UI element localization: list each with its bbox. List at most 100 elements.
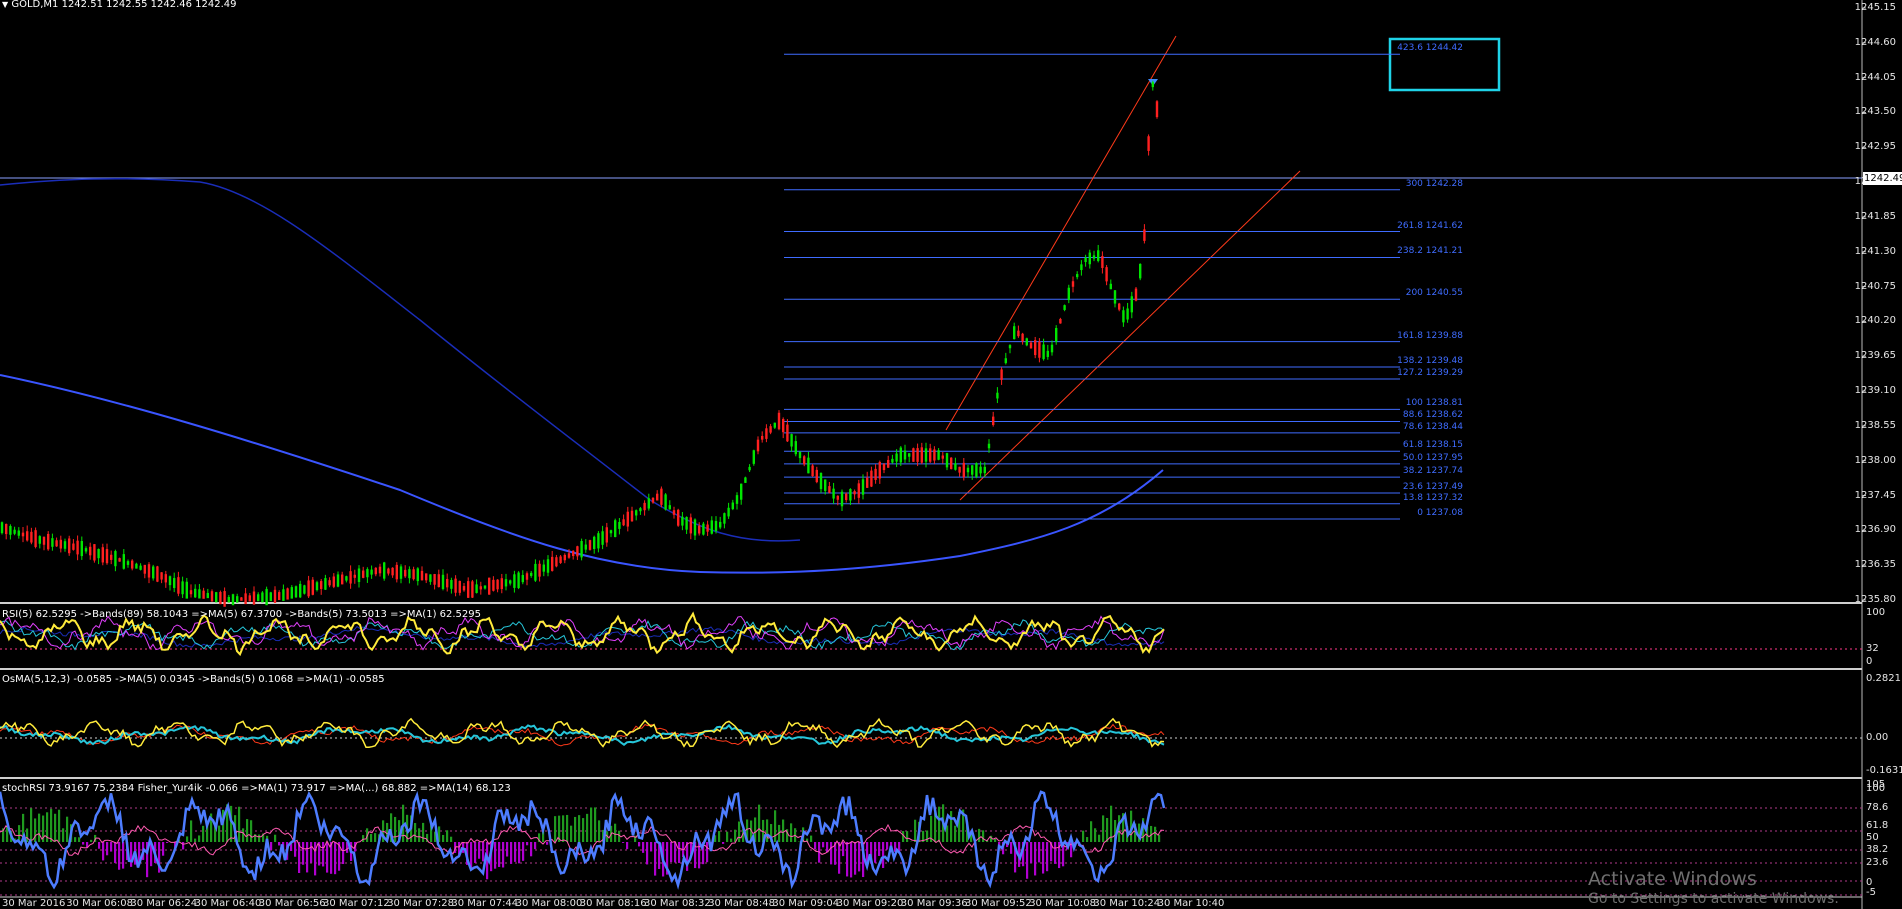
candle-body — [618, 521, 621, 529]
fisher-histogram-bar — [78, 837, 81, 842]
price-tick-label: 1240.75 — [1854, 280, 1896, 292]
candle-body — [307, 580, 310, 597]
candle-body — [870, 470, 873, 487]
candle-body — [265, 588, 268, 606]
fib-level-label: 13.8 1237.32 — [1402, 492, 1463, 503]
fisher-histogram-bar — [1038, 842, 1041, 863]
candle-body — [819, 472, 823, 490]
candle-body — [727, 507, 730, 517]
fisher-histogram-bar — [830, 842, 833, 865]
candle-body — [341, 574, 344, 585]
candle-body — [84, 548, 88, 552]
fib-level-label: 50.0 1237.95 — [1402, 452, 1463, 463]
fisher-histogram-bar — [530, 842, 533, 857]
fibonacci-levels[interactable] — [784, 53, 1400, 520]
candle-body — [748, 466, 751, 471]
indicator-axis-label: 0.00 — [1866, 732, 1889, 743]
candle-body — [378, 566, 382, 574]
candle-body — [937, 450, 940, 460]
candle-body — [681, 516, 684, 526]
candle-body — [765, 428, 768, 439]
fisher-histogram-bar — [218, 825, 221, 842]
chart-canvas[interactable] — [0, 0, 1902, 909]
indicator-axis-label: 78.6 — [1866, 802, 1889, 813]
candle-body — [496, 579, 499, 590]
candle-body — [1021, 333, 1024, 342]
fib-level-label: 61.8 1238.15 — [1402, 440, 1463, 451]
candle-body — [546, 559, 550, 573]
candle-body — [1059, 318, 1062, 324]
candle-body — [139, 565, 142, 570]
fisher-histogram-bar — [110, 842, 113, 852]
price-tick-label: 1242.95 — [1854, 141, 1896, 153]
fisher-histogram-bar — [106, 842, 109, 856]
price-tick-label: 1239.65 — [1854, 350, 1896, 362]
candle-body — [551, 556, 554, 571]
candle-body — [231, 594, 235, 606]
fisher-histogram-bar — [302, 842, 305, 865]
fisher-histogram-bar — [498, 842, 501, 867]
candle-body — [828, 486, 831, 493]
stoch-pane — [0, 790, 1862, 896]
candle-body — [105, 549, 109, 564]
fisher-histogram-bar — [738, 821, 741, 842]
fisher-histogram-bar — [314, 842, 317, 876]
candle-body — [1151, 82, 1154, 88]
candle-body — [408, 569, 411, 579]
candle-body — [13, 529, 16, 534]
fisher-histogram-bar — [554, 816, 557, 842]
fisher-histogram-bar — [670, 842, 673, 863]
candle-body — [534, 563, 537, 581]
candle-body — [215, 592, 218, 603]
fisher-histogram-bar — [122, 842, 125, 869]
fisher-histogram-bar — [874, 842, 877, 863]
candle-body — [950, 457, 953, 470]
fisher-histogram-bar — [534, 842, 537, 850]
candle-body — [9, 526, 12, 535]
candle-body — [303, 585, 306, 594]
candle-body — [563, 554, 566, 561]
fisher-histogram-bar — [186, 836, 189, 842]
candle-body — [559, 556, 562, 563]
fisher-histogram-bar — [514, 842, 517, 862]
fisher-histogram-bar — [478, 842, 481, 859]
dropdown-triangle-icon[interactable]: ▼ — [2, 0, 8, 9]
fisher-histogram-bar — [526, 842, 529, 846]
candle-body — [849, 489, 852, 501]
candle-body — [882, 463, 886, 471]
candle-body — [441, 574, 445, 589]
fisher-histogram-bar — [50, 808, 53, 842]
fisher-histogram-bar — [822, 842, 825, 848]
fisher-histogram-bar — [850, 842, 853, 878]
fisher-histogram-bar — [722, 842, 725, 844]
fisher-histogram-bar — [882, 842, 885, 868]
time-tick-label: 30 Mar 06:08 — [66, 898, 133, 909]
fisher-histogram-bar — [1094, 828, 1097, 842]
candle-body — [698, 525, 701, 534]
candle-body — [1147, 136, 1150, 151]
candle-body — [210, 591, 214, 602]
fisher-histogram-bar — [482, 842, 485, 862]
candle-body — [1092, 255, 1096, 259]
fib-level-label: 23.6 1237.49 — [1402, 481, 1463, 492]
fisher-histogram-bar — [626, 842, 629, 850]
fisher-histogram-bar — [294, 842, 297, 857]
candle-body — [21, 532, 25, 537]
candle-body — [815, 469, 818, 483]
candle-body — [962, 462, 965, 478]
candle-body — [164, 574, 167, 583]
candle-body — [181, 581, 184, 595]
candle-body — [110, 554, 113, 560]
candle-body — [63, 541, 67, 549]
candle-body — [1017, 330, 1020, 337]
candle-body — [744, 477, 747, 483]
fisher-histogram-bar — [166, 842, 169, 843]
fisher-histogram-bar — [198, 835, 201, 842]
candle-body — [752, 450, 755, 464]
price-tick-label: 1244.05 — [1854, 71, 1896, 83]
fib-level-label: 100 1238.81 — [1405, 398, 1463, 409]
candle-body — [668, 505, 671, 510]
fisher-histogram-bar — [566, 814, 569, 842]
candle-body — [811, 465, 814, 477]
candle-body — [509, 580, 512, 584]
